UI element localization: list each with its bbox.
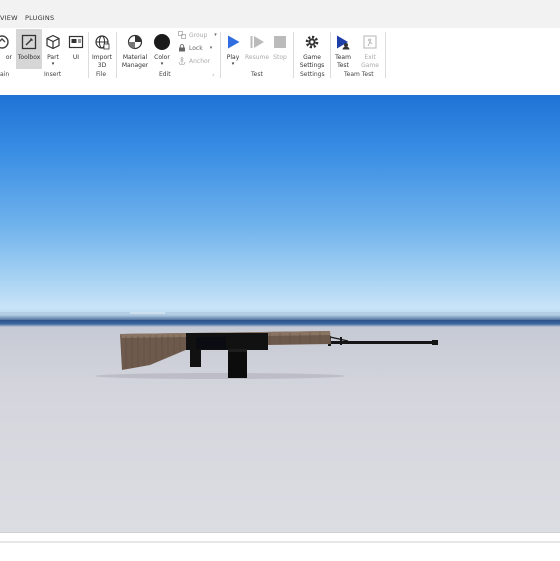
group-button[interactable]: Group ▾ (178, 31, 217, 39)
material-icon (125, 32, 145, 52)
status-divider (0, 541, 560, 543)
group-label-test: Test (251, 71, 263, 78)
ui-button[interactable]: UI (66, 29, 86, 62)
rifle-grip (190, 349, 201, 367)
part-button[interactable]: Part ▾ (43, 29, 63, 67)
import-3d-label-2: 3D (97, 62, 107, 69)
color-swatch-icon (152, 32, 172, 52)
resume-button[interactable]: Resume (245, 29, 269, 62)
team-test-icon (333, 32, 353, 52)
toolbox-icon (19, 32, 39, 52)
separator (330, 32, 331, 78)
gear-icon (302, 32, 322, 52)
rifle-magazine-top (228, 349, 247, 352)
rifle-magazine (228, 349, 247, 378)
team-test-label-2: Test (337, 62, 349, 69)
rifle-shadow (95, 373, 345, 379)
group-label-team-test: Team Test (344, 71, 374, 78)
group-dropdown-icon[interactable]: ▾ (214, 32, 217, 38)
material-label-2: Manager (121, 62, 149, 69)
group-label-settings: Settings (300, 71, 325, 78)
toolbox-label: Toolbox (17, 54, 41, 61)
rifle-band (340, 337, 342, 345)
exit-game-label-2: Game (361, 62, 379, 69)
rifle-muzzle (432, 340, 438, 345)
exit-game-button[interactable]: Exit Game (360, 29, 380, 70)
game-settings-button[interactable]: Game Settings (298, 29, 326, 70)
editor-button[interactable]: or (0, 29, 12, 62)
separator (88, 32, 89, 78)
lock-button[interactable]: Lock ▾ (178, 44, 212, 52)
ribbon-toolbar: or Toolbox Part ▾ UI Import 3D Material … (0, 28, 560, 83)
import-3d-icon (92, 32, 112, 52)
stop-button[interactable]: Stop (270, 29, 290, 62)
viewport-tab-strip (0, 82, 560, 95)
play-dropdown-icon[interactable]: ▾ (223, 62, 243, 67)
game-settings-label-1: Game (303, 54, 321, 61)
edit-expand-icon[interactable]: ⌟ (212, 71, 214, 77)
menu-bar: VIEW PLUGINS (0, 0, 560, 28)
group-icon (178, 31, 186, 39)
lock-label: Lock (189, 44, 203, 52)
resume-icon (247, 32, 267, 52)
group-label: Group (189, 31, 208, 39)
separator (220, 32, 221, 78)
import-3d-button[interactable]: Import 3D (91, 29, 113, 70)
ui-icon (66, 32, 86, 52)
editor-label: or (5, 54, 12, 61)
part-dropdown-icon[interactable]: ▾ (43, 62, 63, 67)
team-test-button[interactable]: Team Test (333, 29, 353, 70)
play-button[interactable]: Play ▾ (223, 29, 243, 67)
lock-icon (179, 44, 185, 52)
game-settings-label-2: Settings (299, 62, 325, 69)
rifle-rod (329, 336, 349, 342)
status-bar (0, 532, 560, 561)
toolbox-button[interactable]: Toolbox (16, 29, 42, 69)
separator (293, 32, 294, 78)
stop-icon (270, 32, 290, 52)
group-label-edit: Edit (159, 71, 171, 78)
rifle-model[interactable] (120, 331, 438, 378)
separator (116, 32, 117, 78)
play-icon (223, 32, 243, 52)
horizon-haze (0, 312, 560, 320)
material-label-1: Material (122, 54, 148, 61)
scene (0, 312, 560, 379)
team-test-label-1: Team (335, 54, 351, 61)
editor-icon (0, 32, 12, 52)
group-label-terrain: ain (0, 71, 10, 78)
resume-label: Resume (245, 54, 270, 61)
exit-game-icon (360, 32, 380, 52)
3d-viewport[interactable] (0, 95, 560, 532)
rifle-action (196, 337, 226, 349)
ui-label: UI (72, 54, 80, 61)
group-label-insert: Insert (44, 71, 62, 78)
material-manager-button[interactable]: Material Manager (120, 29, 150, 70)
cube-icon (43, 32, 63, 52)
lock-dropdown-icon[interactable]: ▾ (210, 45, 213, 51)
import-3d-label-1: Import (92, 54, 112, 61)
anchor-icon (178, 57, 186, 65)
rifle-barrel (320, 341, 437, 344)
anchor-label: Anchor (189, 57, 211, 65)
stop-label: Stop (273, 54, 287, 61)
group-label-file: File (96, 71, 107, 78)
menu-view[interactable]: VIEW (0, 14, 18, 22)
anchor-button[interactable]: Anchor (178, 57, 210, 65)
exit-game-label-1: Exit (364, 54, 376, 61)
separator (385, 32, 386, 78)
color-dropdown-icon[interactable]: ▾ (152, 62, 172, 67)
color-button[interactable]: Color ▾ (152, 29, 172, 67)
menu-plugins[interactable]: PLUGINS (25, 14, 54, 22)
